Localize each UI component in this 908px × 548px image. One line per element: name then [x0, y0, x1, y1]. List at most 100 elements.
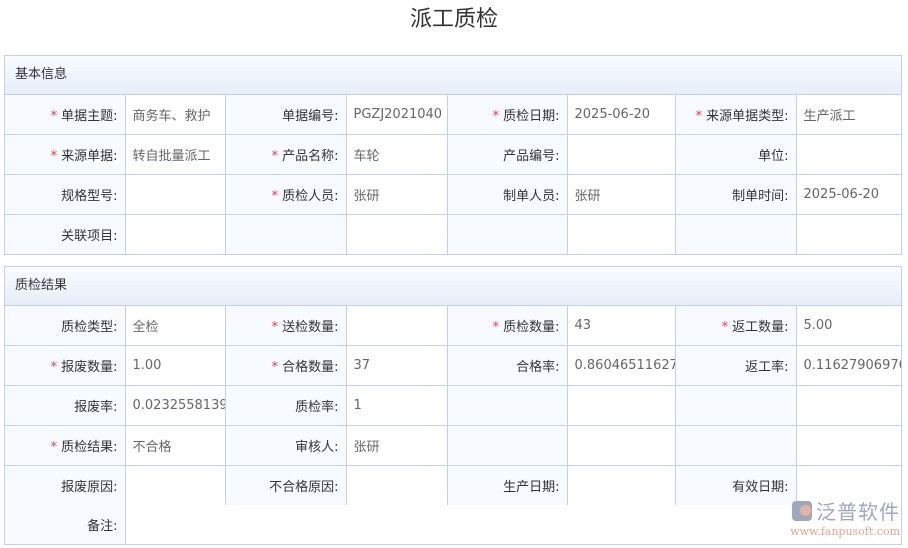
field-value[interactable]: [567, 134, 676, 175]
field-label-text: 报废率:: [74, 400, 118, 415]
field-label: * 产品名称:: [225, 134, 347, 175]
field-label-text: 返工率:: [745, 360, 789, 375]
field-value[interactable]: 生产派工: [796, 95, 901, 135]
field-label: 质检类型:: [5, 306, 126, 346]
field-value[interactable]: 1.00: [125, 345, 226, 386]
field-value[interactable]: 商务车、救护: [125, 95, 226, 135]
field-label: 返工率:: [675, 345, 797, 386]
section-header: 质检结果: [5, 267, 901, 306]
required-asterisk: *: [50, 440, 58, 455]
field-value[interactable]: 0.11627906976: [796, 345, 901, 386]
field-label-text: 合格率:: [516, 360, 560, 375]
field-value[interactable]: 2025-06-20: [567, 95, 676, 135]
field-label: 质检率:: [225, 385, 347, 426]
field-value[interactable]: [796, 425, 901, 466]
field-value[interactable]: 5.00: [796, 306, 901, 346]
field-label: 关联项目:: [5, 214, 126, 254]
field-value[interactable]: 不合格: [125, 425, 226, 466]
field-label-text: 合格数量:: [282, 360, 339, 375]
field-value[interactable]: 43: [567, 306, 676, 346]
field-label-text: 单据编号:: [282, 109, 339, 124]
field-label: 备注:: [5, 505, 126, 544]
field-label: 单据编号:: [225, 95, 347, 135]
field-label-text: 报废原因:: [61, 480, 118, 495]
field-value[interactable]: 0.86046511627: [567, 345, 676, 386]
field-label-text: 产品编号:: [503, 149, 560, 164]
field-label: [675, 425, 797, 466]
field-value[interactable]: 转自批量派工: [125, 134, 226, 175]
field-label-text: 生产日期:: [503, 480, 560, 495]
field-value[interactable]: [346, 214, 448, 254]
remark-field[interactable]: [125, 505, 901, 544]
field-label-text: 质检率:: [295, 400, 339, 415]
form-row: 报废率: 0.0232558139 质检率: 1: [5, 385, 901, 426]
qc-result-section: 质检结果 质检类型: 全检 * 送检数量: * 质检数量: 43 * 返工数量: 5.00 * 报废数…: [4, 266, 902, 545]
required-asterisk: *: [271, 189, 279, 204]
field-value[interactable]: [125, 465, 226, 505]
form-row: 关联项目:: [5, 214, 901, 255]
field-value[interactable]: 车轮: [346, 134, 448, 175]
form-row: * 质检结果: 不合格 审核人: 张研: [5, 425, 901, 466]
field-label-text: 规格型号:: [61, 189, 118, 204]
field-value[interactable]: 张研: [346, 174, 448, 215]
required-asterisk: *: [50, 360, 58, 375]
form-row: 规格型号: * 质检人员: 张研 制单人员: 张研 制单时间: 2025-06-20: [5, 174, 901, 215]
required-asterisk: *: [271, 320, 279, 335]
field-label-text: 审核人:: [295, 440, 339, 455]
field-value[interactable]: [796, 134, 901, 175]
field-value[interactable]: [796, 215, 901, 255]
field-value[interactable]: PGZJ2021040: [346, 95, 448, 135]
field-label: * 质检结果:: [5, 425, 126, 466]
field-label: 制单人员:: [447, 174, 568, 215]
field-label: 规格型号:: [5, 174, 126, 215]
required-asterisk: *: [50, 109, 58, 124]
field-label-text: 质检人员:: [282, 189, 339, 204]
field-label: * 返工数量:: [675, 306, 797, 346]
field-label: 不合格原因:: [225, 465, 347, 505]
field-label: [447, 425, 568, 466]
section-header: 基本信息: [5, 56, 901, 95]
field-value[interactable]: [567, 214, 676, 254]
field-value[interactable]: [125, 214, 226, 254]
field-value[interactable]: [567, 385, 676, 426]
form-row: * 报废数量: 1.00 * 合格数量: 37 合格率: 0.86046511627 返工率: 0…: [5, 345, 901, 386]
field-label-text: 单据主题:: [61, 109, 118, 124]
field-label: 生产日期:: [447, 465, 568, 505]
field-label: 有效日期:: [675, 465, 797, 505]
field-label: [675, 214, 797, 254]
required-asterisk: *: [271, 360, 279, 375]
field-value[interactable]: 0.0232558139: [125, 385, 226, 426]
field-value[interactable]: [796, 385, 901, 426]
field-label-text: 产品名称:: [282, 149, 339, 164]
field-label: * 合格数量:: [225, 345, 347, 386]
field-value[interactable]: 张研: [567, 174, 676, 215]
field-label-text: 不合格原因:: [269, 480, 339, 495]
field-value[interactable]: 2025-06-20: [796, 174, 901, 215]
field-value[interactable]: [346, 465, 448, 505]
basic-info-section: 基本信息 * 单据主题: 商务车、救护 单据编号: PGZJ2021040 * 质检日期: 2…: [4, 55, 902, 255]
field-label: 产品编号:: [447, 134, 568, 175]
field-label-text: 制单时间:: [732, 189, 789, 204]
field-label: * 质检日期:: [447, 95, 568, 135]
field-label: 报废原因:: [5, 465, 126, 505]
field-value[interactable]: [346, 306, 448, 346]
field-value[interactable]: [567, 465, 676, 505]
field-label: * 送检数量:: [225, 306, 347, 346]
field-value[interactable]: 1: [346, 385, 448, 426]
field-label: [447, 214, 568, 254]
field-value[interactable]: 张研: [346, 425, 448, 466]
field-label-text: 质检类型:: [61, 320, 118, 335]
field-label: 制单时间:: [675, 174, 797, 215]
field-value[interactable]: [567, 425, 676, 466]
form-row: * 来源单据: 转自批量派工 * 产品名称: 车轮 产品编号: 单位:: [5, 134, 901, 175]
field-label-text: 来源单据类型:: [706, 109, 789, 124]
field-label: [675, 385, 797, 426]
field-label: * 质检人员:: [225, 174, 347, 215]
field-value[interactable]: 37: [346, 345, 448, 386]
field-label: * 单据主题:: [5, 95, 126, 135]
field-label-text: 送检数量:: [282, 320, 339, 335]
field-value[interactable]: [125, 174, 226, 215]
field-label: * 来源单据:: [5, 134, 126, 175]
field-label-text: 质检数量:: [503, 320, 560, 335]
field-value[interactable]: 全检: [125, 306, 226, 346]
